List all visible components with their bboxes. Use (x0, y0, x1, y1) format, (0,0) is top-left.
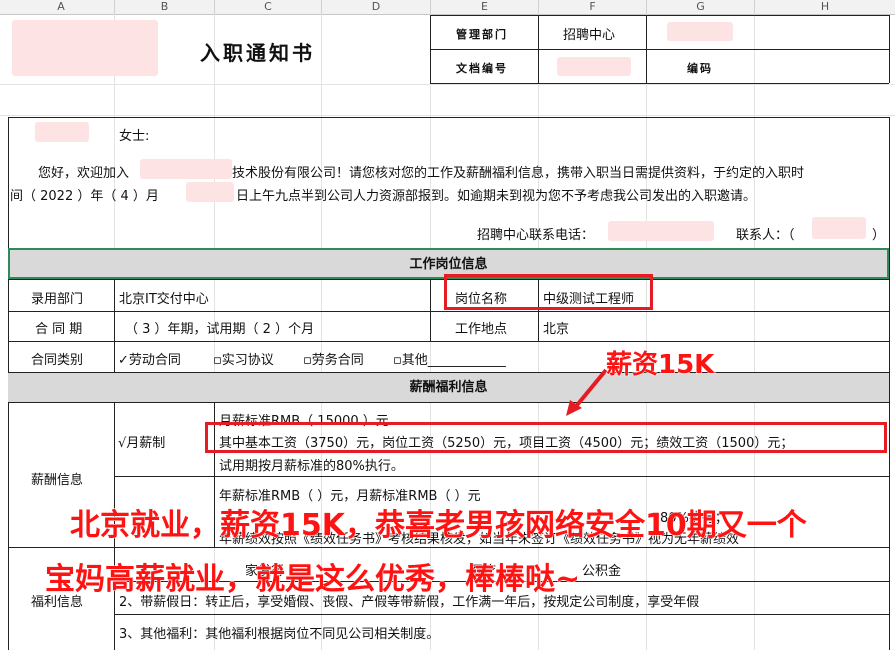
monthly-salary-option[interactable]: √月薪制 (118, 432, 165, 451)
salary-info-label: 薪酬信息 (31, 473, 84, 488)
contract-type-other[interactable]: ▫其他____________ (393, 349, 506, 368)
redacted-candidate-name (35, 122, 89, 142)
contact-close: ） (872, 228, 886, 243)
salutation-text: 女士: (119, 129, 150, 144)
probation-salary-note: 试用期按月薪标准的80%执行。 (219, 459, 404, 474)
contract-term-value: （ 3 ）年期，试用期（ 2 ）个月 (125, 322, 315, 337)
redacted-contact (812, 217, 866, 239)
contract-type-label: 合同类别 (31, 353, 84, 368)
code-label: 编码 (687, 62, 713, 75)
redacted-field (667, 22, 733, 41)
column-header-b[interactable]: B (115, 0, 215, 15)
redacted-company (140, 159, 232, 179)
recruiting-phone-label: 招聘中心联系电话： (477, 228, 595, 243)
hiring-dept-label: 录用部门 (31, 292, 84, 307)
report-instructions-text: 日上午九点半到公司人力资源部报到。如逾期未到视为您不予考虑我公司发出的入职邀请。 (236, 189, 757, 204)
caption-line-1: 北京就业，薪资15K，恭喜老男孩网络安全10期又一个 (70, 508, 808, 544)
salary-callout: 薪资15K (605, 350, 715, 381)
hiring-dept-value: 北京IT交付中心 (119, 292, 209, 307)
redacted-document-number (557, 57, 631, 76)
redacted-phone (608, 221, 714, 241)
work-location-label: 工作地点 (455, 322, 508, 337)
salary-highlight-box (205, 422, 887, 453)
contract-type-labor[interactable]: ✓劳动合同 (118, 349, 181, 368)
column-header-g[interactable]: G (647, 0, 755, 15)
welcome-text-start: 您好，欢迎加入 (38, 166, 130, 181)
column-header-a[interactable]: A (8, 0, 115, 15)
caption-line-2: 宝妈高薪就业，就是这么优秀，棒棒哒~ (44, 562, 581, 598)
document-title: 入职通知书 (200, 41, 315, 65)
redacted-day (186, 182, 234, 202)
column-header-d[interactable]: D (322, 0, 431, 15)
column-header-f[interactable]: F (539, 0, 647, 15)
report-date-text: 间（ 2022 ）年（ 4 ）月 (10, 189, 159, 204)
column-header-c[interactable]: C (215, 0, 322, 15)
column-header-e[interactable]: E (431, 0, 539, 15)
contract-type-internship[interactable]: ▫实习协议 (213, 349, 274, 368)
redacted-logo (12, 20, 158, 76)
managing-dept-label: 管理部门 (456, 28, 508, 41)
benefit-1-fragment-c: 公积金 (582, 564, 622, 579)
benefit-other: 3、其他福利：其他福利根据岗位不同见公司相关制度。 (119, 627, 440, 642)
managing-dept-value: 招聘中心 (563, 28, 616, 43)
position-highlight-box (444, 274, 653, 310)
document-number-label: 文档编号 (456, 62, 508, 75)
contract-type-service[interactable]: ▫劳务合同 (303, 349, 364, 368)
column-header-h[interactable]: H (755, 0, 895, 15)
work-location-value: 北京 (543, 322, 570, 337)
salary-benefits-section-header[interactable]: 薪酬福利信息 (8, 373, 889, 402)
contact-label: 联系人：（ (736, 228, 795, 243)
welcome-text-end: 技术股份有限公司！请您核对您的工作及薪酬福利信息，携带入职当日需提供资料，于约定… (232, 166, 805, 181)
arrow-icon (566, 368, 608, 416)
contract-term-label: 合 同 期 (35, 322, 83, 337)
